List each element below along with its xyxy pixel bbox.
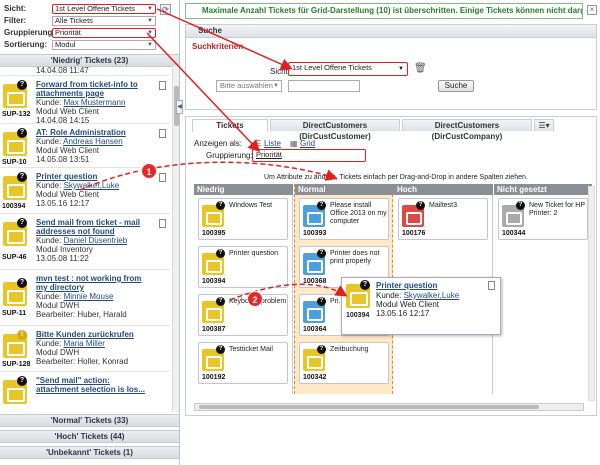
step-badge-2: 2 bbox=[247, 291, 263, 307]
step-badge-1: 1 bbox=[141, 163, 157, 179]
arrow-drag-1 bbox=[79, 161, 338, 191]
arrow-gruppierung bbox=[146, 32, 261, 153]
arrow-sicht bbox=[156, 8, 293, 70]
annotation-arrows bbox=[79, 8, 348, 301]
